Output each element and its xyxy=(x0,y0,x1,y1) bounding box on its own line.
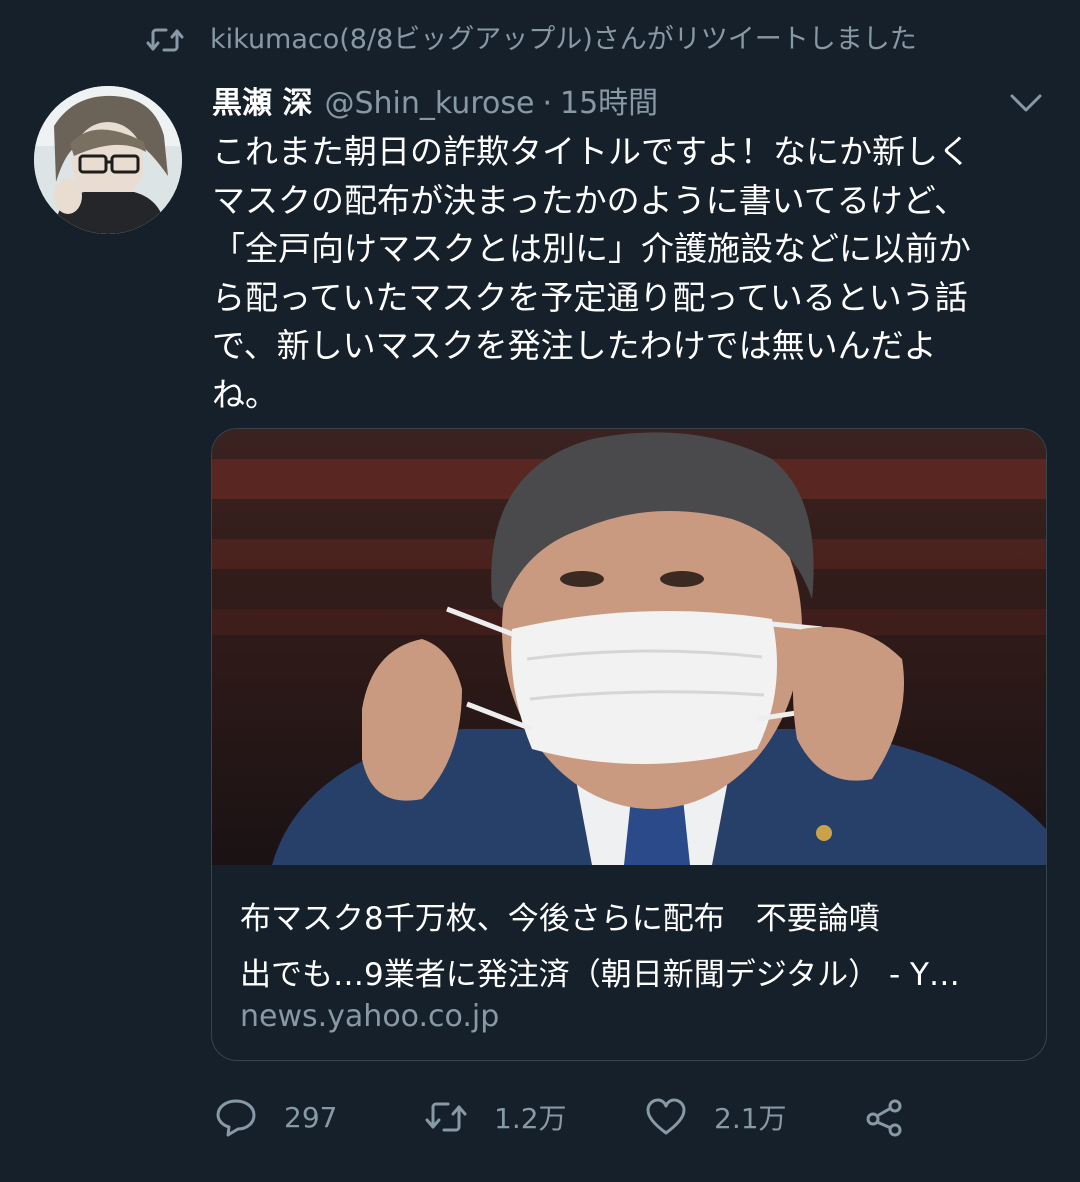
reply-button[interactable]: 297 xyxy=(214,1095,424,1139)
author-handle[interactable]: @Shin_kurose xyxy=(324,84,534,124)
retweet-icon xyxy=(146,28,184,52)
reply-count: 297 xyxy=(284,1100,338,1134)
tweet-text: これまた朝日の詐欺タイトルですよ！なにか新しく マスクの配布が決まったかのように… xyxy=(212,128,1052,419)
retweet-icon xyxy=(425,1102,467,1132)
avatar-image xyxy=(34,86,182,234)
card-image xyxy=(212,429,1046,865)
card-title-line: 布マスク8千万枚、今後さらに配布 不要論噴 xyxy=(240,901,880,937)
tweet-actions: 297 1.2万 2.1万 xyxy=(214,1092,906,1142)
retweet-button[interactable]: 1.2万 xyxy=(424,1095,644,1139)
separator-dot: · xyxy=(542,86,552,121)
chevron-down-icon[interactable] xyxy=(1006,88,1046,118)
tweet-header: 黒瀬 深 @Shin_kurose · 15時間 xyxy=(212,84,990,124)
retweet-context[interactable]: kikumaco(8/8ビッグアップル)さんがリツイートしました xyxy=(146,22,917,58)
share-button[interactable] xyxy=(862,1095,906,1139)
retweet-context-text: kikumaco(8/8ビッグアップル)さんがリツイートしました xyxy=(210,24,917,55)
author-name[interactable]: 黒瀬 深 xyxy=(212,84,312,124)
tweet-text-line: ら配っていたマスクを予定通り配っているという話 xyxy=(212,277,968,317)
heart-icon xyxy=(646,1098,686,1135)
link-card[interactable]: 布マスク8千万枚、今後さらに配布 不要論噴 出でも…9業者に発注済（朝日新聞デジ… xyxy=(211,428,1047,1061)
tweet-text-line: マスクの配布が決まったかのように書いてるけど、 xyxy=(212,180,968,220)
tweet-screen: kikumaco(8/8ビッグアップル)さんがリツイートしました 黒瀬 深 @S… xyxy=(0,0,1080,1182)
tweet-text-line: これまた朝日の詐欺タイトルですよ！なにか新しく xyxy=(212,132,971,171)
retweet-count: 1.2万 xyxy=(494,1102,567,1135)
tweet-text-line: ね。 xyxy=(212,374,278,414)
card-title: 布マスク8千万枚、今後さらに配布 不要論噴 出でも…9業者に発注済（朝日新聞デジ… xyxy=(240,891,1030,1003)
like-button[interactable]: 2.1万 xyxy=(644,1095,862,1139)
like-count: 2.1万 xyxy=(714,1102,787,1135)
reply-icon xyxy=(216,1099,256,1137)
share-icon xyxy=(866,1099,902,1137)
card-title-line: 出でも…9業者に発注済（朝日新聞デジタル） - Y… xyxy=(240,957,960,993)
card-domain: news.yahoo.co.jp xyxy=(240,999,500,1034)
tweet-text-line: で、新しいマスクを発注したわけでは無いんだよ xyxy=(212,326,937,365)
tweet-time[interactable]: 15時間 xyxy=(560,84,658,124)
tweet-text-line: 「全戸向けマスクとは別に」介護施設などに以前か xyxy=(212,229,971,268)
avatar[interactable] xyxy=(34,86,182,234)
